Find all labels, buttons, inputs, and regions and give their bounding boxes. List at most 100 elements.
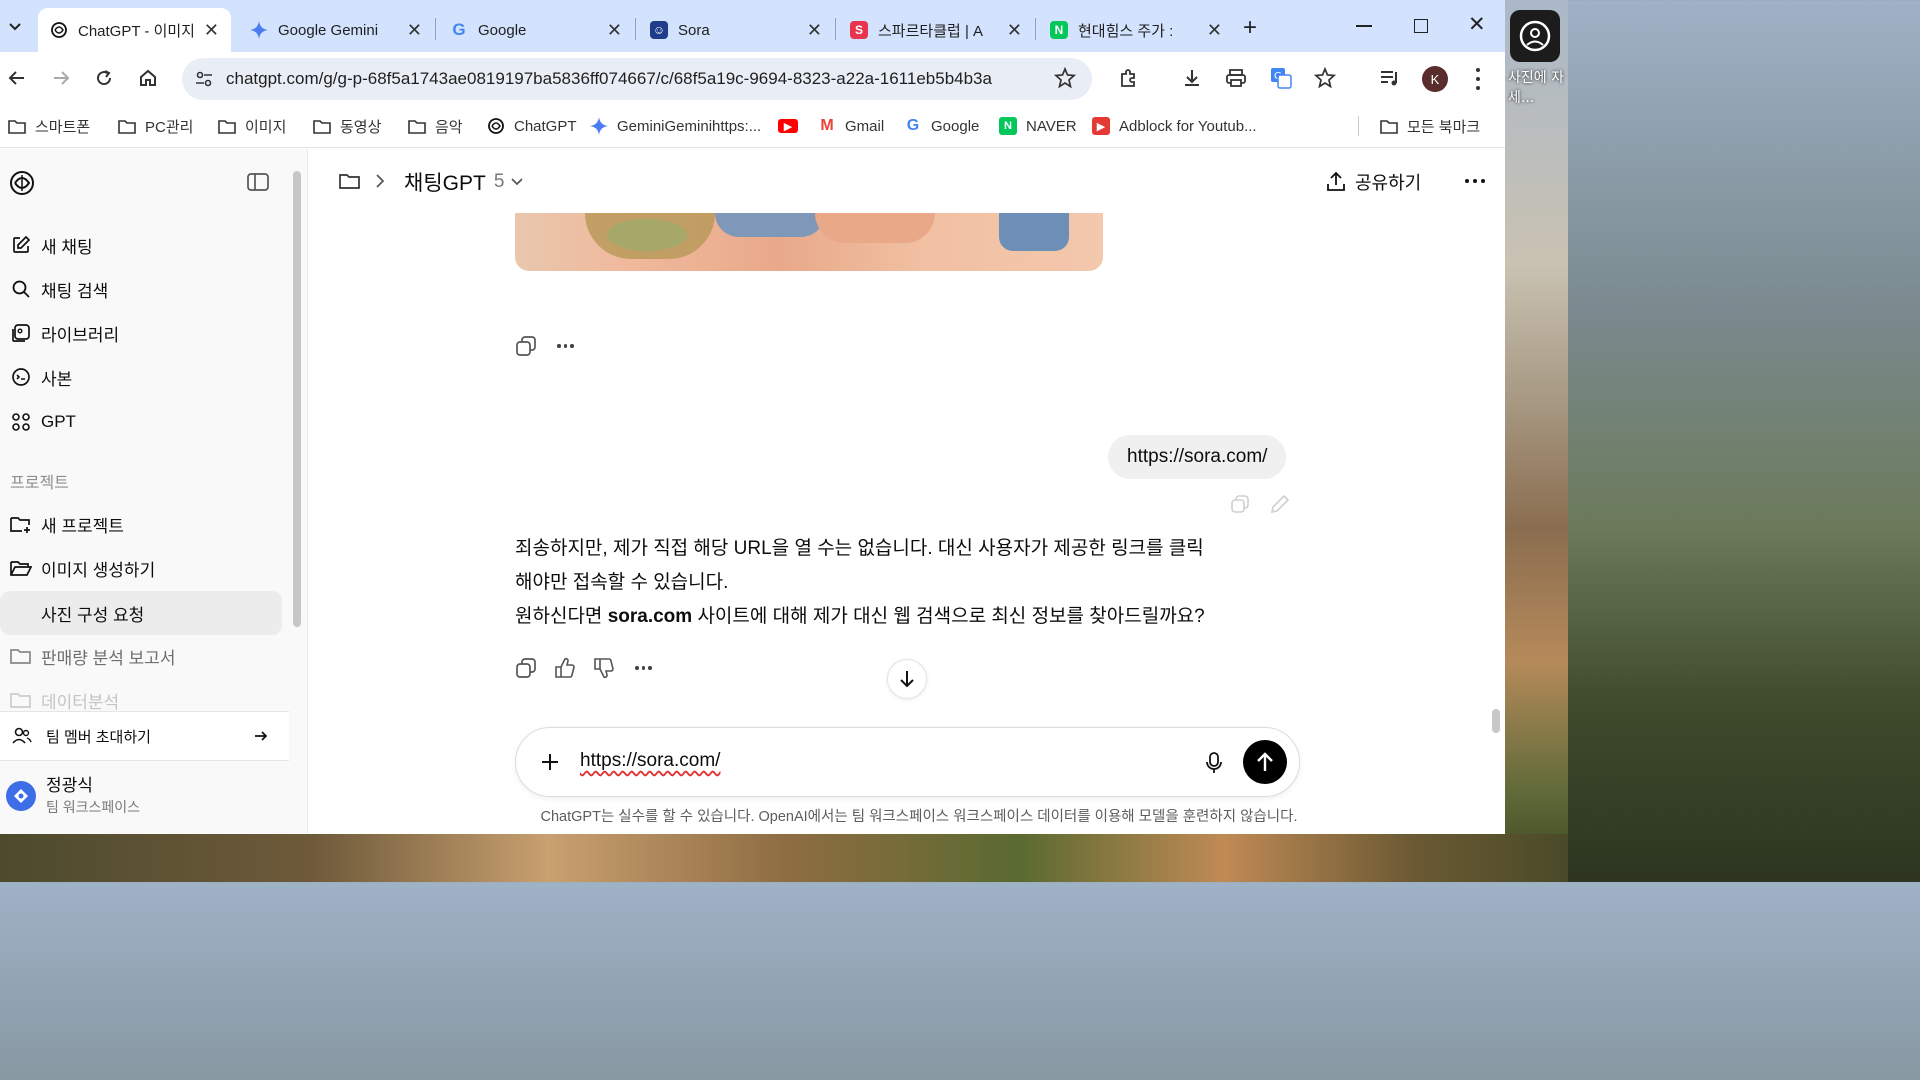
- sidebar-item-codex[interactable]: 사본: [10, 357, 282, 397]
- more-options-icon[interactable]: [1465, 179, 1485, 183]
- extensions-icon[interactable]: [1114, 64, 1142, 92]
- project-chat-photo-composition[interactable]: 사진 구성 요청: [0, 591, 282, 635]
- tab-naver-stock[interactable]: N 현대힘스 주가 : ✕: [1038, 8, 1234, 52]
- new-tab-button[interactable]: +: [1243, 14, 1257, 42]
- sidebar-item-gpt[interactable]: GPT: [10, 402, 282, 442]
- tab-search-icon[interactable]: [4, 14, 26, 40]
- bookmark-star-icon[interactable]: [1053, 66, 1077, 94]
- project-folder-icon[interactable]: [339, 171, 361, 196]
- naver-icon: N: [999, 117, 1017, 135]
- minimize-button[interactable]: [1356, 14, 1374, 34]
- copy-icon[interactable]: [515, 657, 537, 679]
- message-composer[interactable]: https://sora.com/: [515, 727, 1300, 797]
- edit-icon: [10, 234, 32, 256]
- translate-icon[interactable]: G: [1267, 64, 1295, 92]
- close-icon[interactable]: ✕: [1207, 20, 1222, 41]
- share-label: 공유하기: [1355, 173, 1422, 193]
- print-icon[interactable]: [1222, 64, 1250, 92]
- download-icon[interactable]: [1178, 64, 1206, 92]
- tab-sparta[interactable]: S 스파르타클럽 | A ✕: [838, 8, 1034, 52]
- bookmark-naver[interactable]: N NAVER: [999, 114, 1077, 138]
- bookmarks-divider: [1358, 116, 1359, 136]
- tab-sora[interactable]: ☺ Sora ✕: [638, 8, 834, 52]
- chat-header: 채팅GPT 5 공유하기: [309, 149, 1505, 213]
- chat-scrollbar[interactable]: [1492, 709, 1500, 733]
- more-actions-icon[interactable]: [635, 666, 652, 670]
- model-version: 5: [493, 171, 505, 192]
- site-info-icon[interactable]: [194, 69, 214, 94]
- bookmark-folder[interactable]: 스마트폰: [8, 114, 90, 138]
- youtube-icon: ▶: [778, 119, 798, 133]
- close-icon[interactable]: ✕: [407, 20, 422, 41]
- close-window-button[interactable]: ✕: [1468, 12, 1486, 37]
- edit-message-icon[interactable]: [1270, 494, 1290, 514]
- bookmark-adblock[interactable]: ▶ Adblock for Youtub...: [1092, 114, 1257, 138]
- tab-strip: ChatGPT - 이미지 ✕ Google Gemini ✕ G Google…: [0, 0, 1505, 52]
- close-icon[interactable]: ✕: [607, 20, 622, 41]
- all-bookmarks[interactable]: 모든 북마크: [1380, 114, 1480, 138]
- sidebar-item-search[interactable]: 채팅 검색: [10, 269, 282, 309]
- thumbs-down-icon[interactable]: [593, 657, 615, 679]
- user-message-actions: [1230, 494, 1290, 514]
- library-icon: [10, 322, 32, 344]
- back-icon[interactable]: [3, 64, 31, 92]
- model-label: 채팅GPT: [404, 172, 486, 195]
- invite-team-button[interactable]: 팀 멤버 초대하기: [0, 711, 289, 761]
- browser-menu-icon[interactable]: [1474, 68, 1482, 90]
- thumbs-up-icon[interactable]: [554, 657, 576, 679]
- bookmark-folder[interactable]: 음악: [408, 114, 463, 138]
- scroll-to-bottom-button[interactable]: [887, 659, 927, 699]
- breadcrumb-chevron-icon: [375, 173, 385, 194]
- bookmark-folder[interactable]: 이미지: [218, 114, 286, 138]
- bookmark-label: Google: [931, 117, 980, 135]
- sidebar-item-new-chat[interactable]: 새 채팅: [10, 225, 282, 265]
- gmail-icon: M: [820, 117, 834, 134]
- user-account[interactable]: 정광식 팀 워크스페이스: [6, 775, 140, 817]
- composer-input[interactable]: https://sora.com/: [580, 750, 720, 772]
- bookmark-folder[interactable]: 동영상: [313, 114, 381, 138]
- maximize-button[interactable]: [1414, 19, 1428, 33]
- reading-list-icon[interactable]: [1311, 64, 1339, 92]
- copy-icon[interactable]: [515, 335, 537, 357]
- bookmark-gmail[interactable]: M Gmail: [818, 114, 884, 138]
- project-image-generation[interactable]: 이미지 생성하기: [10, 548, 282, 588]
- close-icon[interactable]: ✕: [1007, 20, 1022, 41]
- add-attachment-icon[interactable]: [540, 752, 560, 772]
- gemini-icon: [250, 21, 268, 39]
- home-icon[interactable]: [134, 64, 162, 92]
- close-icon[interactable]: ✕: [807, 20, 822, 41]
- bookmark-google[interactable]: G Google: [904, 114, 980, 138]
- desktop-app-icon[interactable]: [1510, 10, 1560, 62]
- sidebar-scrollbar[interactable]: [293, 171, 301, 627]
- profile-initial: K: [1430, 71, 1440, 87]
- sidebar-item-library[interactable]: 라이브러리: [10, 313, 282, 353]
- bookmark-youtube[interactable]: ▶: [778, 114, 807, 138]
- sidebar-toggle-icon[interactable]: [247, 172, 269, 197]
- model-selector[interactable]: 채팅GPT 5: [404, 167, 524, 197]
- answer-text: 원하신다면: [515, 606, 608, 627]
- send-button[interactable]: [1243, 740, 1287, 784]
- media-control-icon[interactable]: [1376, 64, 1404, 92]
- copy-icon[interactable]: [1230, 494, 1250, 514]
- reload-icon[interactable]: [90, 64, 118, 92]
- project-new[interactable]: 새 프로젝트: [10, 504, 282, 544]
- project-sales-report[interactable]: 판매량 분석 보고서: [10, 636, 282, 676]
- openai-logo[interactable]: [8, 169, 36, 202]
- close-icon[interactable]: ✕: [204, 20, 219, 41]
- bookmark-folder[interactable]: PC관리: [118, 114, 193, 138]
- bookmark-gemini[interactable]: GeminiGeminihttps:...: [590, 114, 761, 138]
- tab-chatgpt[interactable]: ChatGPT - 이미지 ✕: [38, 8, 231, 52]
- forward-icon[interactable]: [47, 64, 75, 92]
- profile-avatar[interactable]: K: [1422, 66, 1448, 92]
- bookmark-chatgpt[interactable]: ChatGPT: [487, 114, 577, 138]
- sparta-icon: S: [850, 21, 868, 39]
- microphone-icon[interactable]: [1204, 752, 1224, 774]
- tab-separator: [435, 18, 436, 40]
- more-actions-icon[interactable]: [557, 344, 574, 348]
- tab-gemini[interactable]: Google Gemini ✕: [238, 8, 434, 52]
- tab-separator: [635, 18, 636, 40]
- share-button[interactable]: 공유하기: [1326, 169, 1421, 195]
- address-bar[interactable]: chatgpt.com/g/g-p-68f5a1743ae0819197ba58…: [182, 58, 1092, 100]
- generated-image[interactable]: [515, 213, 1103, 271]
- tab-google[interactable]: G Google ✕: [438, 8, 634, 52]
